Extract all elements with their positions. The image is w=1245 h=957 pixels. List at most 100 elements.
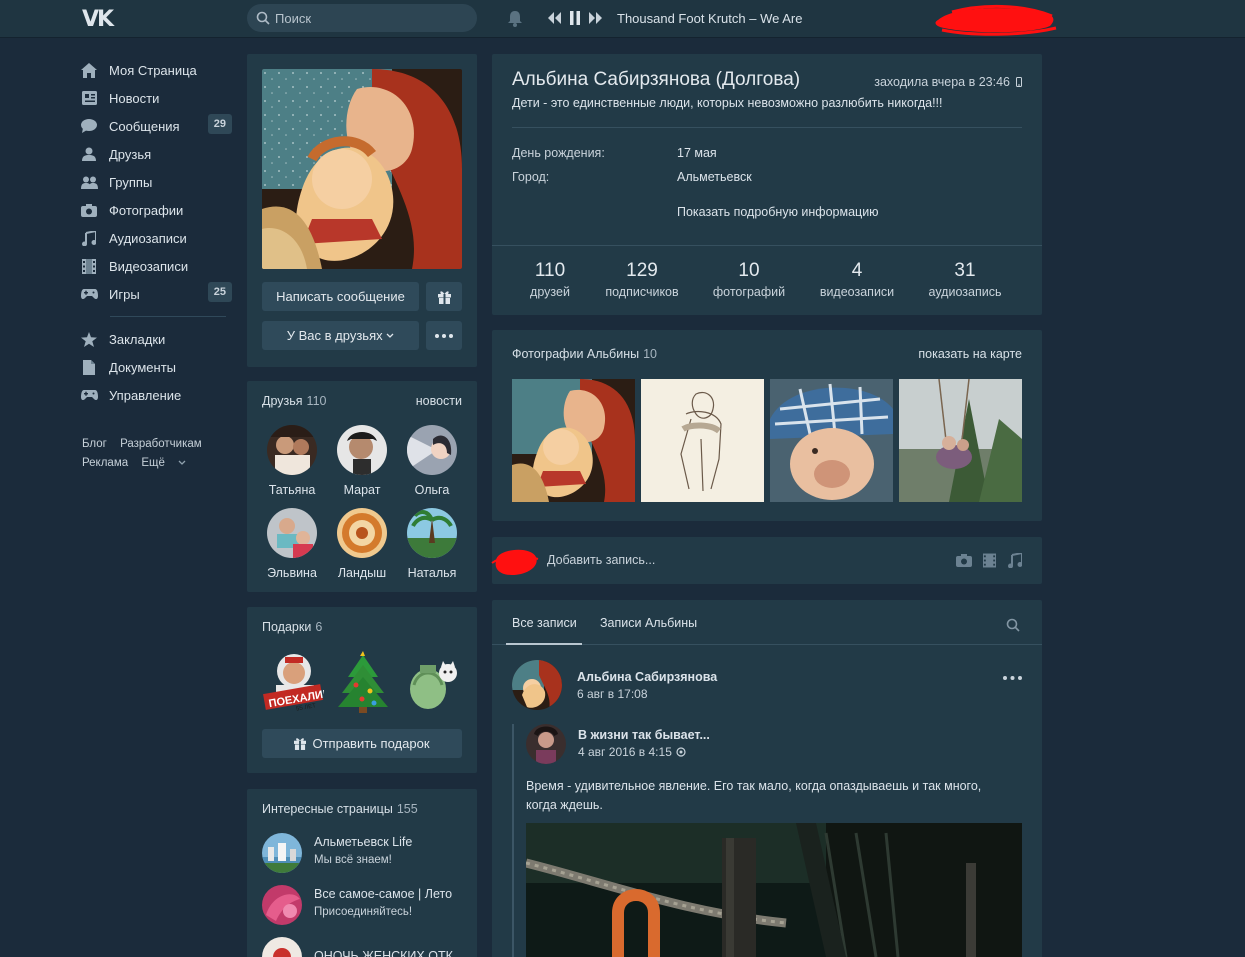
repost-source-name[interactable]: В жизни так бывает... xyxy=(578,728,710,742)
friend-elvina[interactable]: Эльвина xyxy=(257,508,327,580)
photo-thumbnail[interactable] xyxy=(899,379,1022,502)
tab-all-posts[interactable]: Все записи xyxy=(512,616,577,630)
post-text: Время - удивительное явление. Его так ма… xyxy=(526,779,982,812)
video-icon[interactable] xyxy=(983,553,996,568)
search-box[interactable] xyxy=(247,4,477,32)
compose-post-card: Добавить запись... xyxy=(491,537,1042,584)
city-value[interactable]: Альметьевск xyxy=(677,170,752,184)
wall-card: Все записи Записи Альбины Альбина Сабирз… xyxy=(492,600,1042,957)
active-tab-indicator xyxy=(506,643,582,645)
music-icon[interactable] xyxy=(1008,553,1022,568)
document-icon xyxy=(80,358,98,376)
show-on-map-link[interactable]: показать на карте xyxy=(918,347,1022,361)
notifications-bell-icon[interactable] xyxy=(506,9,524,28)
gamepad-icon xyxy=(80,285,98,303)
photo-thumbnail[interactable] xyxy=(770,379,893,502)
stat-followers[interactable]: 129 подписчиков xyxy=(597,260,687,299)
post-author-name[interactable]: Альбина Сабирзянова xyxy=(577,670,717,684)
gift-icon xyxy=(437,290,451,304)
gifts-title[interactable]: Подарки 6 xyxy=(262,620,322,634)
nav-groups[interactable]: Группы xyxy=(80,168,232,196)
current-track-title[interactable]: Thousand Foot Krutch – We Are xyxy=(617,11,802,26)
friends-title[interactable]: Друзья 110 xyxy=(262,394,326,408)
gift-button[interactable] xyxy=(426,282,462,311)
friend-natalya[interactable]: Наталья xyxy=(397,508,467,580)
nav-photos[interactable]: Фотографии xyxy=(80,196,232,224)
chevron-down-icon xyxy=(178,460,186,465)
search-icon[interactable] xyxy=(1006,618,1020,632)
page-avatar xyxy=(262,937,302,957)
stat-photos[interactable]: 10 фотографий xyxy=(707,260,791,299)
nav-friends[interactable]: Друзья xyxy=(80,140,232,168)
tab-own-posts[interactable]: Записи Альбины xyxy=(600,616,697,630)
pause-icon[interactable] xyxy=(569,11,581,25)
redacted-avatar xyxy=(491,549,539,575)
music-icon xyxy=(80,229,98,247)
footer-link-developers[interactable]: Разработчикам xyxy=(120,438,202,450)
friend-avatar xyxy=(407,508,457,558)
nav-audio[interactable]: Аудиозаписи xyxy=(80,224,232,252)
footer-link-ads[interactable]: Реклама xyxy=(82,457,128,469)
previous-track-icon[interactable] xyxy=(548,12,561,24)
page-item[interactable]: Альметьевск Life Мы всё знаем! xyxy=(262,833,472,873)
friend-landysh[interactable]: Ландыш xyxy=(327,508,397,580)
stat-videos[interactable]: 4 видеозаписи xyxy=(814,260,900,299)
profile-status[interactable]: Дети - это единственные люди, которых не… xyxy=(512,96,943,110)
post-image[interactable] xyxy=(526,823,1022,957)
games-count-badge: 25 xyxy=(207,282,232,302)
friend-marat[interactable]: Марат xyxy=(327,425,397,497)
stat-audio[interactable]: 31 аудиозапись xyxy=(922,260,1008,299)
photo-thumbnail[interactable] xyxy=(512,379,635,502)
write-message-button[interactable]: Написать сообщение xyxy=(262,282,419,311)
footer-link-more[interactable]: Ещё xyxy=(141,457,186,469)
footer-link-blog[interactable]: Блог xyxy=(82,438,107,450)
photos-title[interactable]: Фотографии Альбины 10 xyxy=(512,347,657,361)
post-author-avatar[interactable] xyxy=(512,660,562,710)
gift-christmas-tree[interactable] xyxy=(332,651,394,713)
post-date[interactable]: 6 авг в 17:08 xyxy=(577,687,648,701)
page-item[interactable]: ОНОЧЬ ЖЕНСКИХ ОТК xyxy=(262,937,472,957)
gamepad-icon xyxy=(80,386,98,404)
nav-my-page[interactable]: Моя Страница xyxy=(80,56,232,84)
friends-news-link[interactable]: новости xyxy=(416,394,462,408)
post-options-icon[interactable] xyxy=(1003,676,1022,680)
groups-icon xyxy=(80,173,98,191)
nav-management[interactable]: Управление xyxy=(80,381,232,409)
gift-cat-lantern[interactable] xyxy=(402,651,464,713)
repost-avatar[interactable] xyxy=(526,724,566,764)
profile-info-card: Альбина Сабирзянова (Долгова) заходила в… xyxy=(492,54,1042,315)
camera-icon[interactable] xyxy=(956,554,972,567)
nav-games[interactable]: Игры 25 xyxy=(80,280,232,308)
stat-friends[interactable]: 110 друзей xyxy=(526,260,574,299)
add-post-input[interactable]: Добавить запись... xyxy=(547,553,655,567)
friend-olga[interactable]: Ольга xyxy=(397,425,467,497)
birthday-value[interactable]: 17 мая xyxy=(677,146,717,160)
vk-logo[interactable]: VK xyxy=(82,7,116,32)
next-track-icon[interactable] xyxy=(589,12,602,24)
gift-gagarin[interactable]: ПОЕХАЛИ! 55 ЛЕТ xyxy=(262,651,328,713)
show-more-info-link[interactable]: Показать подробную информацию xyxy=(677,205,879,219)
send-gift-button[interactable]: Отправить подарок xyxy=(262,729,462,758)
pages-title[interactable]: Интересные страницы 155 xyxy=(262,802,418,816)
search-icon xyxy=(256,11,270,25)
repost-line xyxy=(512,724,514,957)
friend-avatar xyxy=(407,425,457,475)
in-friends-dropdown[interactable]: У Вас в друзьях xyxy=(262,321,419,350)
nav-news[interactable]: Новости xyxy=(80,84,232,112)
redacted-user-area[interactable] xyxy=(932,2,1060,36)
nav-messages[interactable]: Сообщения 29 xyxy=(80,112,232,140)
search-input[interactable] xyxy=(275,4,465,32)
nav-documents[interactable]: Документы xyxy=(80,353,232,381)
profile-avatar[interactable] xyxy=(262,69,462,269)
photo-thumbnail[interactable] xyxy=(641,379,764,502)
repost-date[interactable]: 4 авг 2016 в 4:15 xyxy=(578,745,686,759)
star-icon xyxy=(80,330,98,348)
page-item[interactable]: Все самое-самое | Лето Присоединяйтесь! xyxy=(262,885,472,925)
footer-links: Блог Разработчикам Реклама Ещё xyxy=(82,435,242,473)
friend-tatyana[interactable]: Татьяна xyxy=(257,425,327,497)
more-actions-button[interactable] xyxy=(426,321,462,350)
nav-bookmarks[interactable]: Закладки xyxy=(80,325,232,353)
nav-video[interactable]: Видеозаписи xyxy=(80,252,232,280)
nav-divider xyxy=(110,316,226,317)
photos-card: Фотографии Альбины 10 показать на карте xyxy=(492,330,1042,521)
